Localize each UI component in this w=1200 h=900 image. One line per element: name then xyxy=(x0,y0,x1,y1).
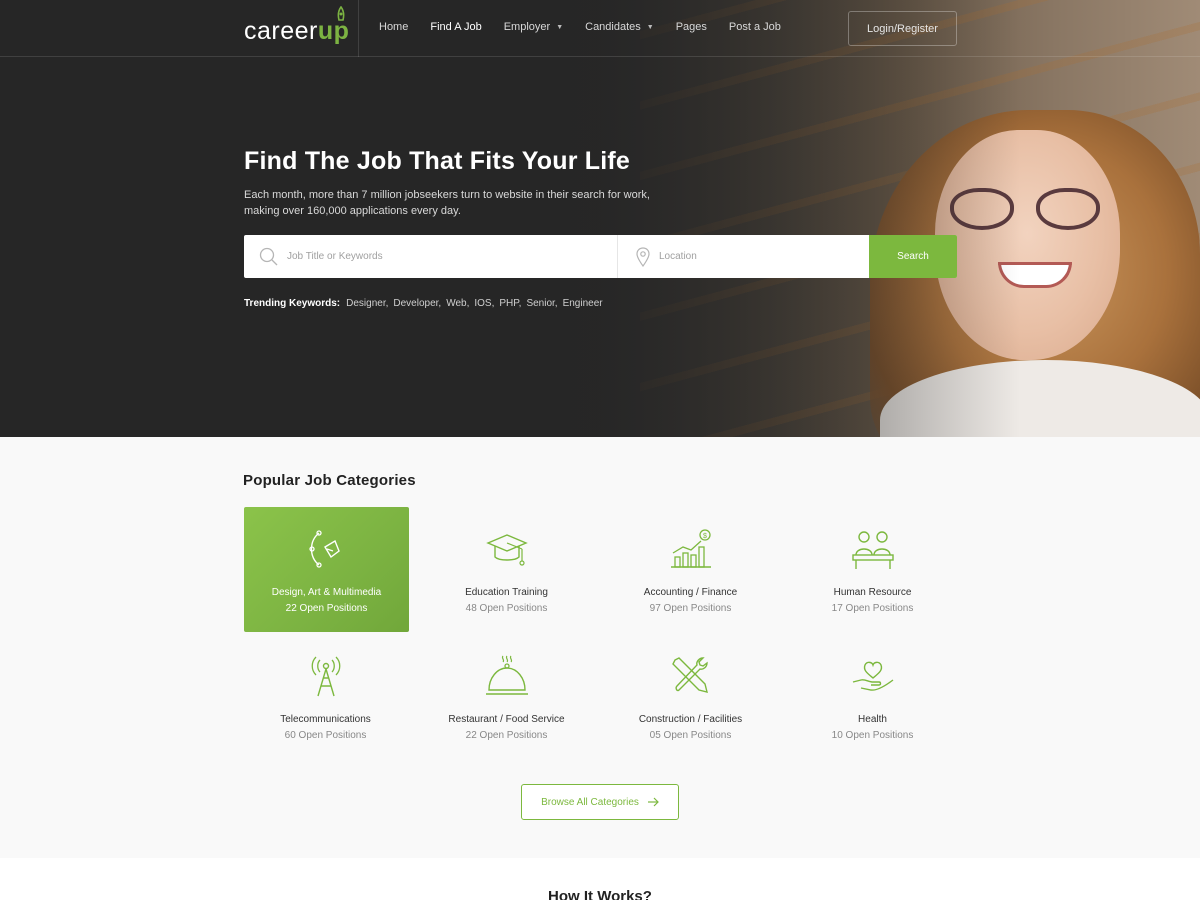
nav-employer[interactable]: Employer ▼ xyxy=(504,21,563,33)
chevron-down-icon: ▼ xyxy=(646,23,654,31)
pen-tool-icon xyxy=(308,530,340,568)
trending-keyword[interactable]: IOS, xyxy=(474,298,494,309)
category-card-health[interactable]: Health 10 Open Positions xyxy=(790,634,955,759)
trending-keyword[interactable]: Engineer xyxy=(563,298,603,309)
category-card-human-resource[interactable]: Human Resource 17 Open Positions xyxy=(790,507,955,632)
location-input[interactable]: Location xyxy=(618,235,869,278)
how-it-works-title: How It Works? xyxy=(548,888,652,900)
nav-home[interactable]: Home xyxy=(379,21,408,33)
trending-label: Trending Keywords: xyxy=(244,298,341,309)
site-logo[interactable]: career up xyxy=(244,6,349,46)
svg-text:$: $ xyxy=(703,533,707,540)
nav-post-a-job[interactable]: Post a Job xyxy=(729,21,781,33)
category-count: 60 Open Positions xyxy=(284,730,367,741)
trending-keyword[interactable]: Web, xyxy=(446,298,469,309)
category-name: Accounting / Finance xyxy=(643,587,738,598)
keyword-input[interactable]: Job Title or Keywords xyxy=(244,235,618,278)
job-search-bar: Job Title or Keywords Location Search xyxy=(244,235,957,278)
category-count: 10 Open Positions xyxy=(831,730,914,741)
top-navbar: career up Home Find A Job Employer ▼ Cand… xyxy=(0,0,1200,57)
category-card-restaurant[interactable]: Restaurant / Food Service 22 Open Positi… xyxy=(424,634,589,759)
category-card-education[interactable]: Education Training 48 Open Positions xyxy=(424,507,589,632)
category-card-design[interactable]: Design, Art & Multimedia 22 Open Positio… xyxy=(244,507,409,632)
nav-find-a-job[interactable]: Find A Job xyxy=(430,21,481,33)
location-placeholder: Location xyxy=(659,251,697,262)
trending-keyword[interactable]: Developer, xyxy=(393,298,441,309)
chevron-down-icon: ▼ xyxy=(556,23,564,31)
category-count: 22 Open Positions xyxy=(285,603,368,614)
login-register-button[interactable]: Login/Register xyxy=(848,11,957,46)
heart-hand-icon xyxy=(852,661,893,691)
browse-all-categories-button[interactable]: Browse All Categories xyxy=(521,784,679,820)
category-name: Human Resource xyxy=(833,587,912,598)
keyword-placeholder: Job Title or Keywords xyxy=(287,251,383,262)
categories-title: Popular Job Categories xyxy=(243,472,416,489)
category-count: 22 Open Positions xyxy=(465,730,548,741)
graduation-cap-icon xyxy=(485,534,528,566)
category-count: 05 Open Positions xyxy=(649,730,732,741)
food-cloche-icon xyxy=(485,655,528,695)
hero-section: career up Home Find A Job Employer ▼ Cand… xyxy=(0,0,1200,437)
finance-chart-icon: $ xyxy=(670,529,711,568)
main-nav: Home Find A Job Employer ▼ Candidates ▼ Pa… xyxy=(379,21,803,33)
nav-candidates[interactable]: Candidates ▼ xyxy=(585,21,654,33)
category-count: 48 Open Positions xyxy=(465,603,548,614)
arrow-right-icon xyxy=(647,797,659,807)
rocket-icon xyxy=(338,6,345,21)
logo-text: career xyxy=(244,17,318,45)
browse-label: Browse All Categories xyxy=(541,796,639,808)
category-count: 17 Open Positions xyxy=(831,603,914,614)
trending-keyword[interactable]: Senior, xyxy=(526,298,557,309)
category-name: Construction / Facilities xyxy=(638,714,743,725)
nav-pages[interactable]: Pages xyxy=(676,21,707,33)
category-name: Telecommunications xyxy=(280,714,371,725)
trending-keyword[interactable]: PHP, xyxy=(499,298,521,309)
antenna-tower-icon xyxy=(311,656,340,697)
category-name: Health xyxy=(858,714,887,725)
people-desk-icon xyxy=(851,531,894,569)
category-count: 97 Open Positions xyxy=(649,603,732,614)
category-card-telecom[interactable]: Telecommunications 60 Open Positions xyxy=(243,634,408,759)
trending-keyword[interactable]: Designer, xyxy=(346,298,388,309)
hero-subtitle: Each month, more than 7 million jobseeke… xyxy=(244,189,650,217)
trending-keywords: Trending Keywords: Designer, Developer, … xyxy=(244,298,603,309)
category-name: Restaurant / Food Service xyxy=(448,714,565,725)
search-button[interactable]: Search xyxy=(869,235,957,278)
category-name: Education Training xyxy=(465,587,548,598)
category-name: Design, Art & Multimedia xyxy=(271,587,382,598)
hero-title: Find The Job That Fits Your Life xyxy=(244,147,631,175)
tools-icon xyxy=(671,657,708,693)
category-card-accounting[interactable]: $ Accounting / Finance 97 Open Positions xyxy=(608,507,773,632)
category-card-construction[interactable]: Construction / Facilities 05 Open Positi… xyxy=(608,634,773,759)
search-icon xyxy=(259,247,278,266)
map-pin-icon xyxy=(636,246,650,267)
logo-divider xyxy=(358,0,359,57)
